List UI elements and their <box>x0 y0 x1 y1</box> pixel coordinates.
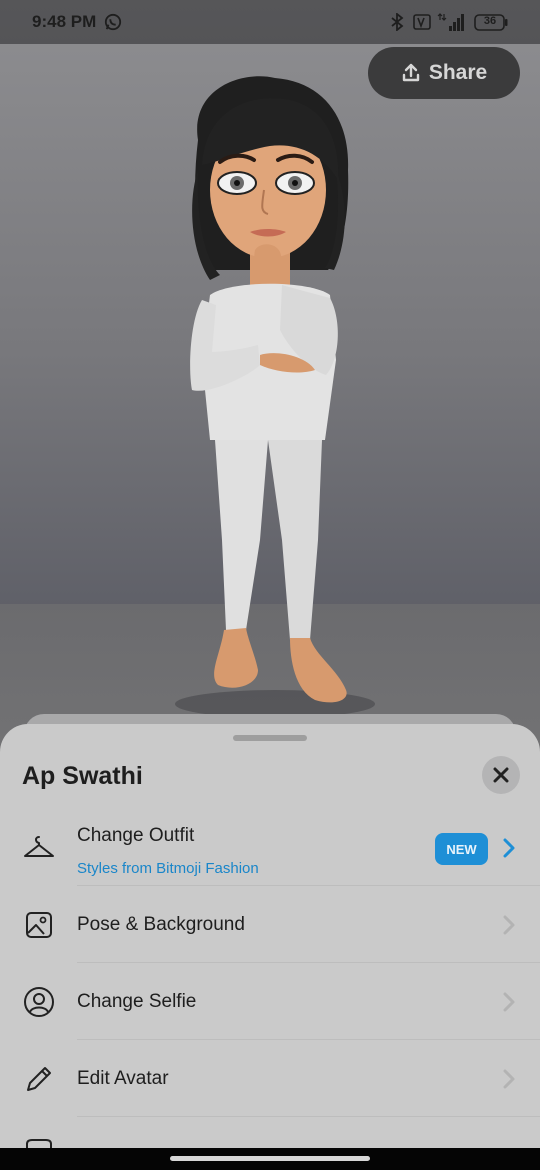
menu-item-edit-avatar[interactable]: Edit Avatar <box>0 1040 540 1117</box>
bitmoji-avatar <box>190 76 349 703</box>
row-divider <box>77 1116 540 1117</box>
hanger-icon <box>24 836 54 857</box>
chevron-right-icon <box>503 838 515 858</box>
whatsapp-icon <box>104 13 122 31</box>
avatar-bottom-sheet: Ap Swathi Change Outfit Styles from Bitm… <box>0 724 540 1170</box>
screen: 9:48 PM 36 Share Ap Swathi Change Outfit… <box>0 0 540 1170</box>
menu-item-pose-background[interactable]: Pose & Background <box>0 886 540 963</box>
chevron-right-icon <box>503 915 515 935</box>
menu-item-label: Pose & Background <box>77 914 245 935</box>
status-bar: 9:48 PM 36 <box>0 0 540 44</box>
sheet-drag-handle[interactable] <box>233 735 307 741</box>
chevron-right-icon <box>503 1069 515 1089</box>
menu-item-change-selfie[interactable]: Change Selfie <box>0 963 540 1040</box>
menu-item-label: Edit Avatar <box>77 1068 169 1089</box>
bluetooth-icon <box>391 13 404 31</box>
selfie-face-icon <box>24 987 54 1017</box>
system-nav-bar <box>0 1148 540 1170</box>
menu-item-label: Change Outfit <box>77 825 195 846</box>
signal-icon <box>437 13 464 31</box>
close-icon <box>493 767 509 783</box>
sheet-title: Ap Swathi <box>22 762 143 790</box>
volte-icon <box>413 14 431 30</box>
battery-level: 36 <box>483 15 497 27</box>
home-gesture-bar[interactable] <box>170 1156 370 1161</box>
image-frame-icon <box>26 912 52 938</box>
menu-item-label: Change Selfie <box>77 991 197 1012</box>
chevron-right-icon <box>503 992 515 1012</box>
share-button[interactable]: Share <box>368 47 520 99</box>
menu-item-sublabel: Styles from Bitmoji Fashion <box>77 860 259 877</box>
status-time: 9:48 PM <box>32 12 97 31</box>
menu-item-change-outfit[interactable]: Change Outfit Styles from Bitmoji Fashio… <box>0 809 540 886</box>
share-label: Share <box>428 61 488 84</box>
new-badge: NEW <box>435 833 488 865</box>
pencil-icon <box>27 1067 51 1091</box>
close-button[interactable] <box>482 756 520 794</box>
share-upload-icon <box>402 63 420 82</box>
